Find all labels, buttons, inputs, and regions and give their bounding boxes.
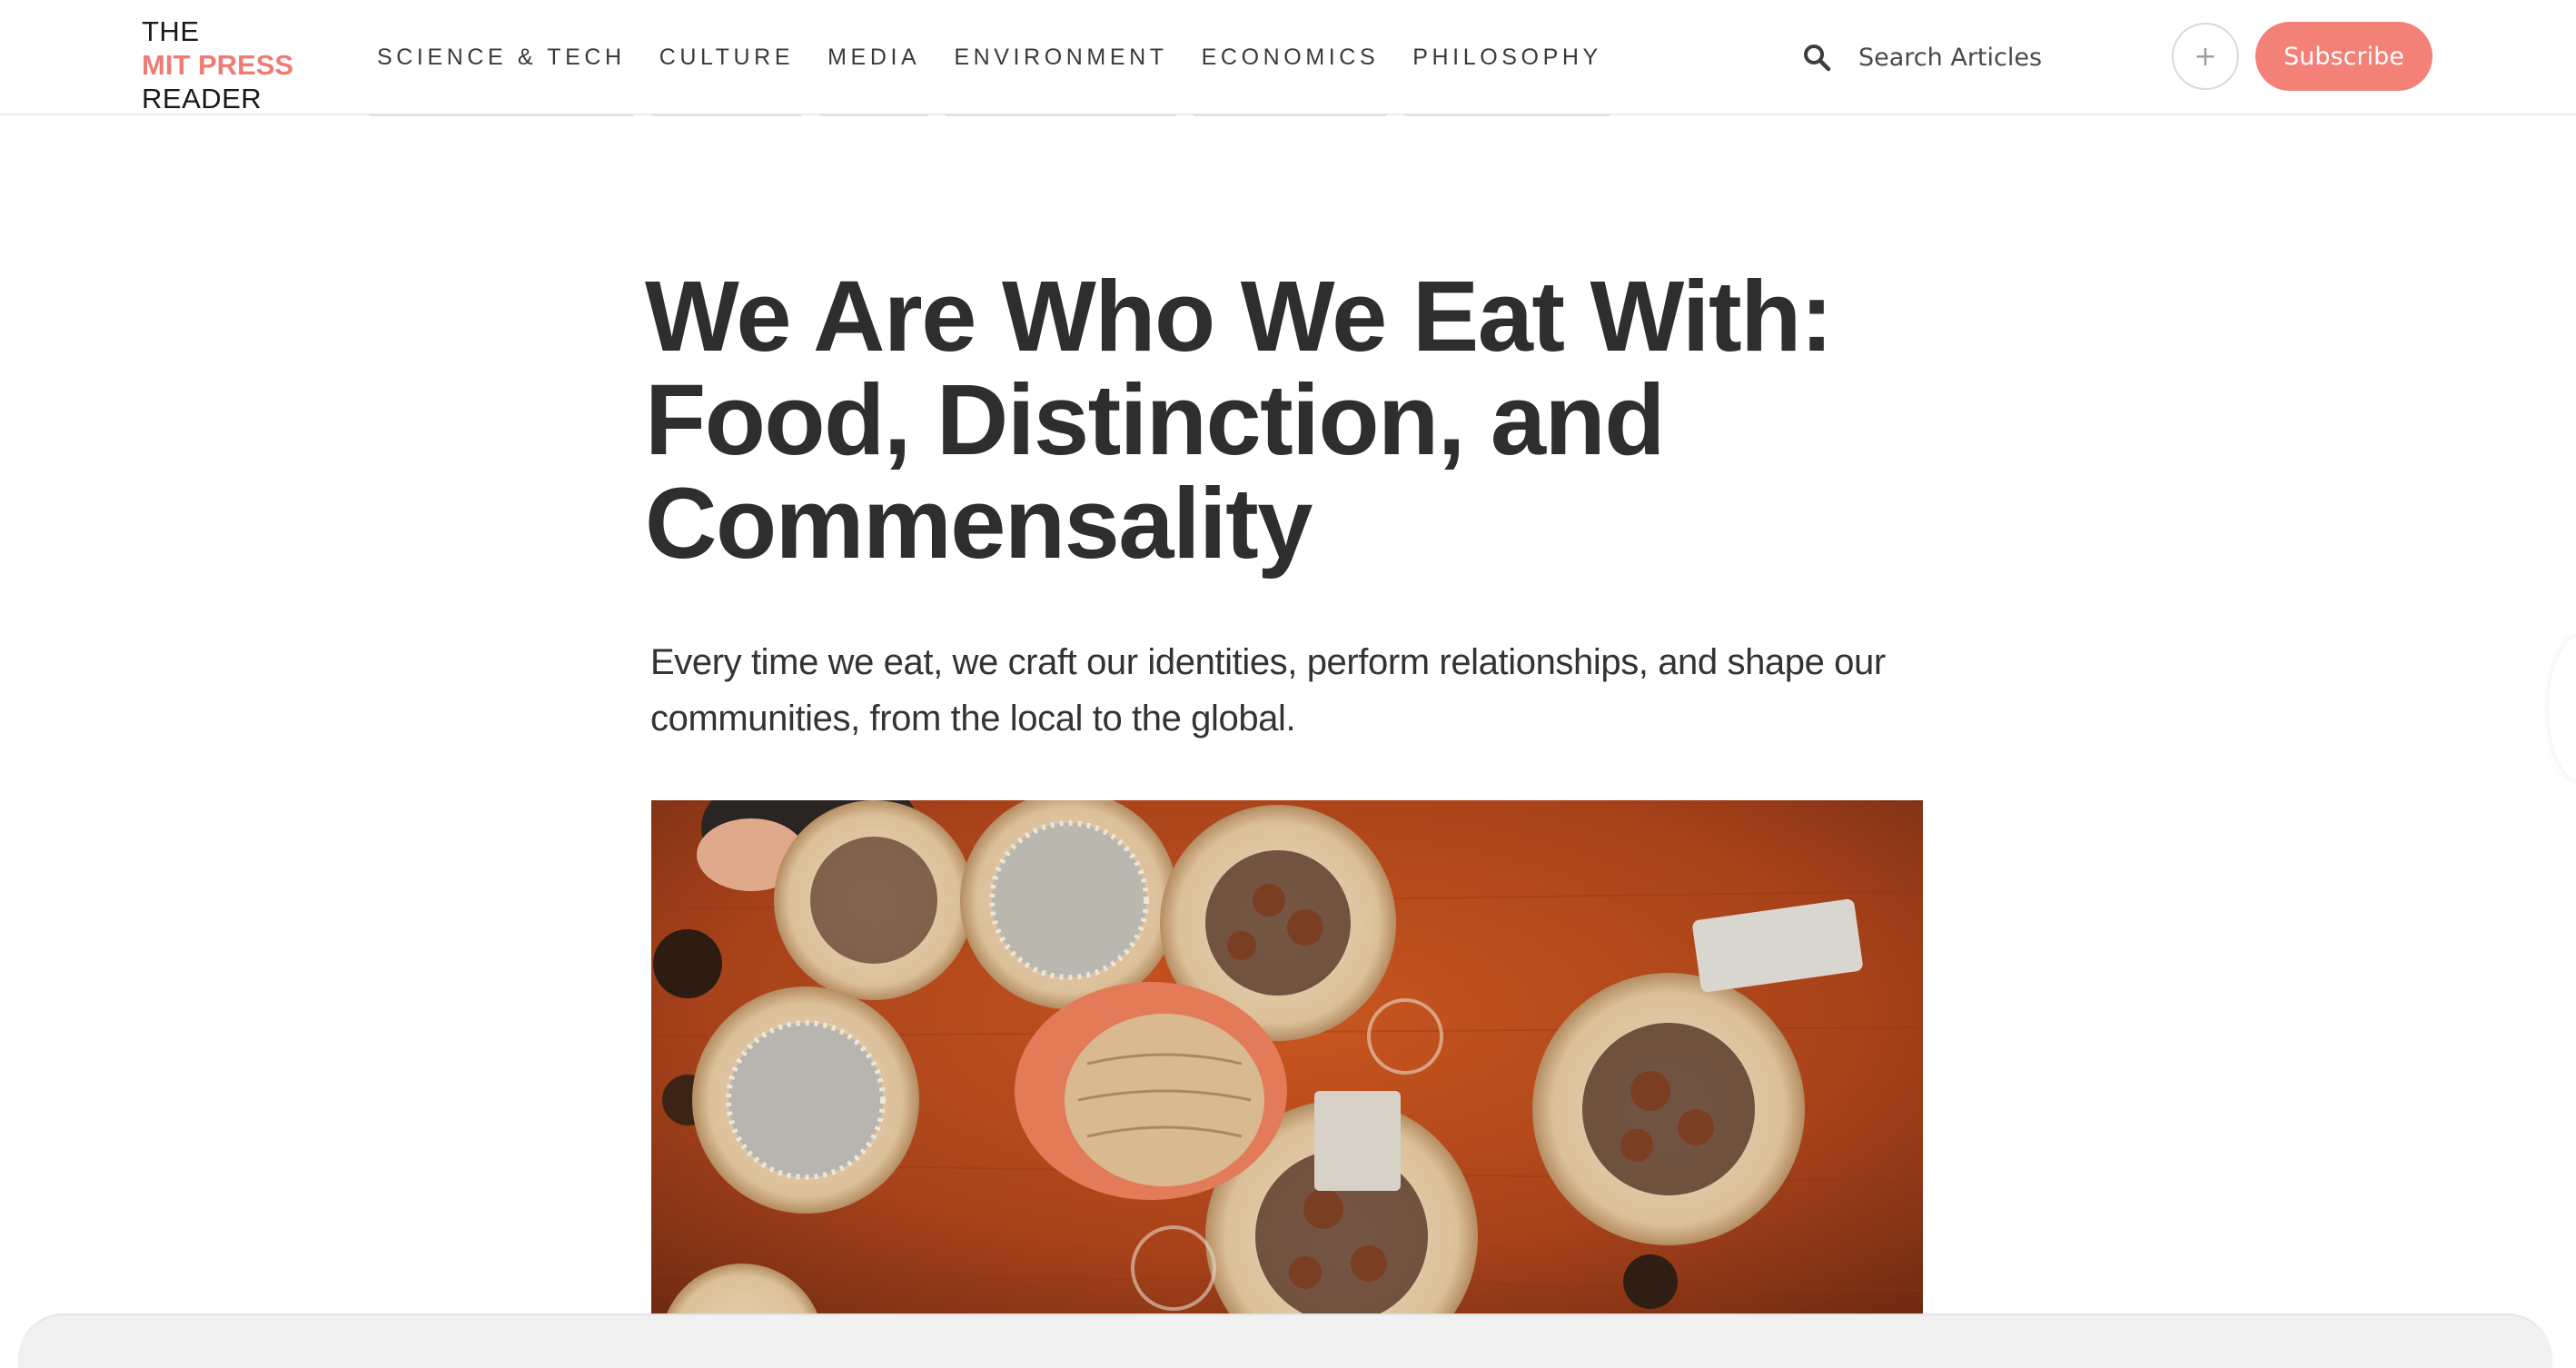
- nav-item-media[interactable]: MEDIA: [816, 0, 932, 116]
- search-box: [1802, 33, 2111, 82]
- search-input[interactable]: [1858, 43, 2095, 72]
- article-dek: Every time we eat, we craft our identiti…: [650, 642, 1886, 739]
- subscribe-button[interactable]: Subscribe: [2255, 22, 2432, 91]
- search-icon[interactable]: [1802, 43, 1831, 72]
- nav-item-science-tech[interactable]: SCIENCE & TECH: [365, 0, 638, 116]
- logo-line-mit-press: MIT PRESS: [142, 49, 294, 81]
- nav-item-economics[interactable]: ECONOMICS: [1190, 0, 1392, 116]
- main-nav: SCIENCE & TECH CULTURE MEDIA ENVIRONMENT…: [365, 0, 1624, 116]
- nav-item-environment[interactable]: ENVIRONMENT: [942, 0, 1179, 116]
- nav-item-philosophy[interactable]: PHILOSOPHY: [1401, 0, 1614, 116]
- side-panel-edge: [2549, 636, 2576, 781]
- site-header: THE MIT PRESS READER SCIENCE & TECH CULT…: [0, 0, 2576, 116]
- article-title: We Are Who We Eat With: Food, Distinctio…: [645, 261, 1833, 580]
- food-table-illustration: [651, 800, 1923, 1335]
- nav-item-culture[interactable]: CULTURE: [648, 0, 806, 116]
- logo-line-reader: READER: [142, 83, 263, 114]
- plus-button[interactable]: +: [2172, 23, 2239, 90]
- bottom-bar: [18, 1313, 2552, 1368]
- site-logo[interactable]: THE MIT PRESS READER: [142, 15, 293, 115]
- logo-line-the: THE: [142, 15, 200, 47]
- hero-image: [651, 800, 1923, 1335]
